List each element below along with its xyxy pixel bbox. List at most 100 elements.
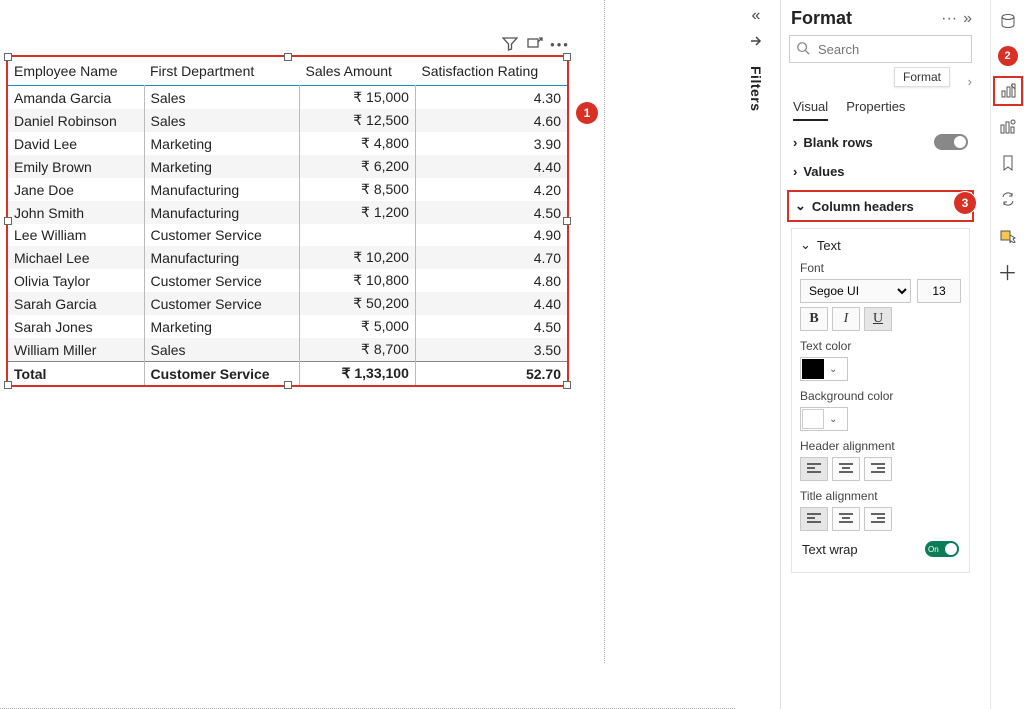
font-family-select[interactable]: Segoe UI — [800, 279, 911, 303]
report-canvas[interactable]: ••• Employee Name First Department Sales… — [0, 0, 735, 709]
table-row[interactable]: Jane DoeManufacturing₹ 8,5004.20 — [8, 178, 567, 201]
header-rating[interactable]: Satisfaction Rating — [415, 57, 567, 86]
callout-2: 2 — [998, 46, 1018, 66]
font-size-input[interactable] — [917, 279, 961, 303]
blank-rows-toggle[interactable]: Off — [934, 134, 968, 150]
resize-handle[interactable] — [563, 217, 571, 225]
table-row[interactable]: Daniel RobinsonSales₹ 12,5004.60 — [8, 109, 567, 132]
resize-handle[interactable] — [563, 53, 571, 61]
resize-handle[interactable] — [563, 381, 571, 389]
cell: ₹ 6,200 — [300, 155, 416, 178]
cell: Lee William — [8, 224, 144, 246]
cell: Marketing — [144, 315, 300, 338]
cell: Amanda Garcia — [8, 86, 144, 110]
canvas-guide-line — [604, 0, 605, 663]
card-values[interactable]: ›Values — [791, 157, 970, 186]
tab-visual[interactable]: Visual — [793, 99, 828, 121]
filters-label: Filters — [748, 66, 764, 112]
cell: Marketing — [144, 132, 300, 155]
text-color-picker[interactable]: ⌄ — [800, 357, 848, 381]
table-row[interactable]: John SmithManufacturing₹ 1,2004.50 — [8, 201, 567, 224]
bg-color-label: Background color — [800, 389, 961, 403]
table-row[interactable]: William MillerSales₹ 8,7003.50 — [8, 338, 567, 362]
card-blank-rows-label: Blank rows — [803, 135, 872, 150]
matrix-visual[interactable]: ••• Employee Name First Department Sales… — [6, 55, 569, 387]
cell: Daniel Robinson — [8, 109, 144, 132]
table-row[interactable]: Sarah JonesMarketing₹ 5,0004.50 — [8, 315, 567, 338]
subcard-text: ⌄Text Font Segoe UI B I U Text color ⌄ B… — [791, 228, 970, 573]
format-search[interactable] — [789, 35, 972, 63]
table-row[interactable]: Emily BrownMarketing₹ 6,2004.40 — [8, 155, 567, 178]
align-right-button[interactable] — [864, 507, 892, 531]
cell: ₹ 15,000 — [300, 86, 416, 110]
header-align-group — [800, 457, 961, 481]
cell: Jane Doe — [8, 178, 144, 201]
filters-pane-collapsed[interactable]: « Filters — [740, 7, 772, 112]
align-left-button[interactable] — [800, 507, 828, 531]
table-row[interactable]: Lee WilliamCustomer Service4.90 — [8, 224, 567, 246]
chevron-right-icon: › — [793, 135, 797, 150]
tab-properties[interactable]: Properties — [846, 99, 905, 121]
sync-slicers-icon[interactable] — [997, 188, 1019, 210]
text-wrap-toggle[interactable]: On — [925, 541, 959, 557]
cell: Olivia Taylor — [8, 269, 144, 292]
format-search-input[interactable] — [816, 41, 996, 58]
bg-color-picker[interactable]: ⌄ — [800, 407, 848, 431]
cell: 4.90 — [415, 224, 567, 246]
filter-icon[interactable] — [501, 35, 519, 53]
table-row[interactable]: David LeeMarketing₹ 4,8003.90 — [8, 132, 567, 155]
cell: Customer Service — [144, 292, 300, 315]
visual-action-bar: ••• — [501, 35, 569, 53]
more-icon[interactable]: ··· — [941, 10, 957, 28]
add-pane-icon[interactable]: ＋ — [997, 260, 1019, 282]
table-row[interactable]: Michael LeeManufacturing₹ 10,2004.70 — [8, 246, 567, 269]
resize-handle[interactable] — [4, 53, 12, 61]
italic-button[interactable]: I — [832, 307, 860, 331]
align-left-button[interactable] — [800, 457, 828, 481]
cell: 3.50 — [415, 338, 567, 362]
data-pane-icon[interactable] — [997, 10, 1019, 32]
cell: Manufacturing — [144, 178, 300, 201]
search-icon — [796, 41, 810, 58]
chevron-down-icon: ⌄ — [800, 237, 811, 253]
card-column-headers-highlight: ⌄Column headers 3 — [787, 190, 974, 222]
table-row[interactable]: Sarah GarciaCustomer Service₹ 50,2004.40 — [8, 292, 567, 315]
breadcrumb-format[interactable]: Format — [894, 67, 950, 87]
header-employee[interactable]: Employee Name — [8, 57, 144, 86]
bold-button[interactable]: B — [800, 307, 828, 331]
cell: ₹ 50,200 — [300, 292, 416, 315]
format-tabs: Visual Properties — [781, 93, 980, 121]
align-center-button[interactable] — [832, 457, 860, 481]
resize-handle[interactable] — [284, 53, 292, 61]
collapse-pane-icon[interactable]: » — [963, 10, 972, 28]
bookmarks-pane-icon[interactable] — [997, 152, 1019, 174]
filters-arrow-icon — [748, 33, 764, 52]
visualizations-pane-icon[interactable] — [997, 116, 1019, 138]
chevron-down-icon: ⌄ — [825, 414, 841, 425]
resize-handle[interactable] — [4, 217, 12, 225]
selection-pane-icon[interactable] — [997, 224, 1019, 246]
resize-handle[interactable] — [284, 381, 292, 389]
cell: Manufacturing — [144, 201, 300, 224]
resize-handle[interactable] — [4, 381, 12, 389]
align-right-button[interactable] — [864, 457, 892, 481]
align-center-button[interactable] — [832, 507, 860, 531]
cell: William Miller — [8, 338, 144, 362]
expand-filters-icon[interactable]: « — [752, 7, 761, 25]
card-column-headers-label: Column headers — [812, 199, 914, 214]
cell: ₹ 5,000 — [300, 315, 416, 338]
more-options-icon[interactable]: ••• — [551, 35, 569, 53]
table-row[interactable]: Amanda GarciaSales₹ 15,0004.30 — [8, 86, 567, 110]
card-blank-rows[interactable]: › Blank rows Off — [791, 127, 970, 157]
cell: David Lee — [8, 132, 144, 155]
cell: 4.50 — [415, 315, 567, 338]
callout-1: 1 — [576, 102, 598, 124]
format-visual-icon[interactable] — [997, 80, 1019, 102]
underline-button[interactable]: U — [864, 307, 892, 331]
focus-mode-icon[interactable] — [526, 35, 544, 53]
table-row[interactable]: Olivia TaylorCustomer Service₹ 10,8004.8… — [8, 269, 567, 292]
card-column-headers[interactable]: ⌄Column headers — [795, 198, 966, 214]
title-align-label: Title alignment — [800, 489, 961, 503]
header-sales[interactable]: Sales Amount — [300, 57, 416, 86]
header-department[interactable]: First Department — [144, 57, 300, 86]
